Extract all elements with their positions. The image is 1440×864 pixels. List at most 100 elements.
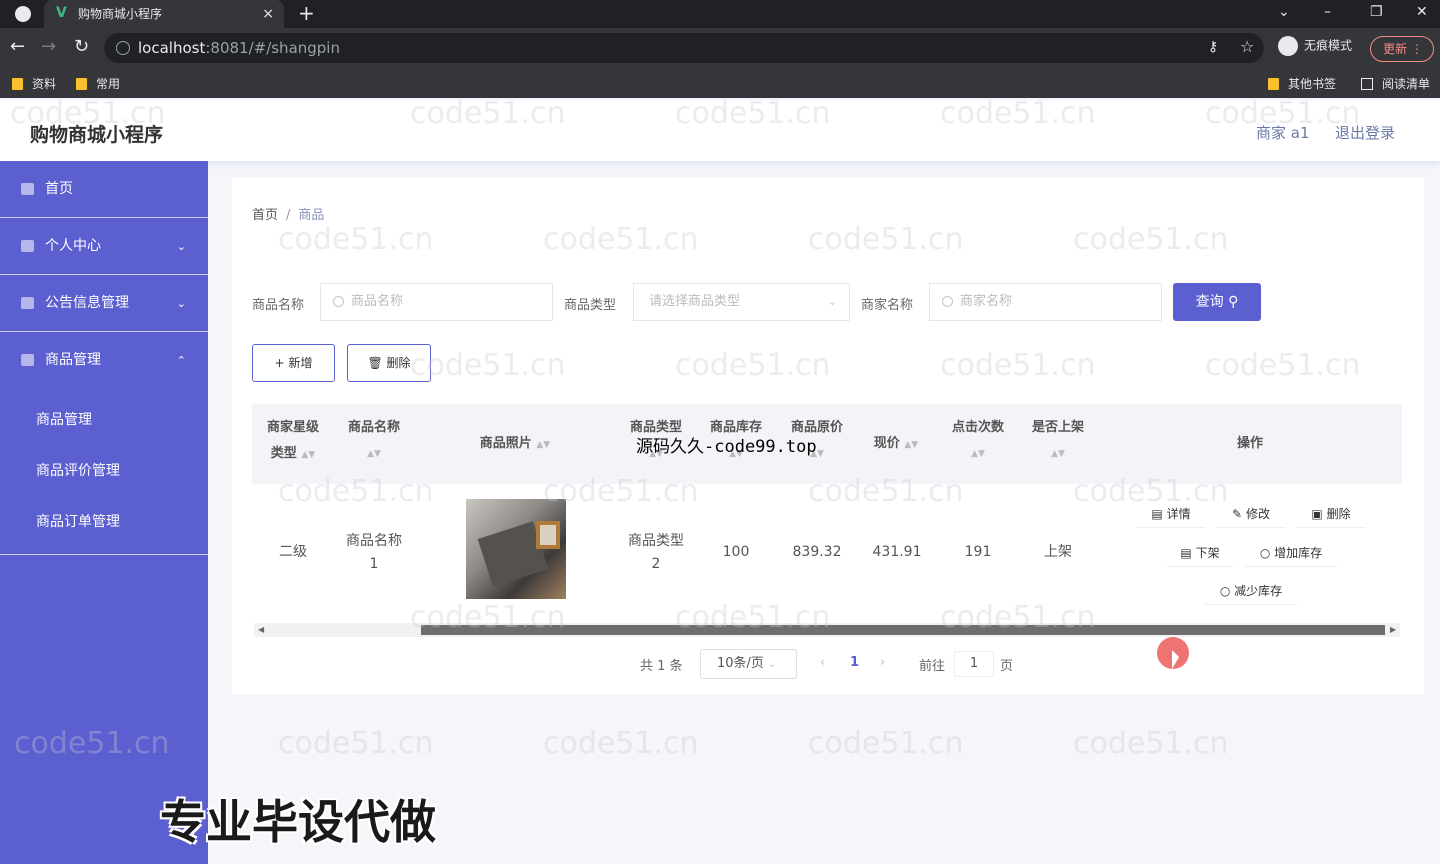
reading-list[interactable]: 阅读清单: [1361, 75, 1430, 92]
forward-icon[interactable]: →: [41, 36, 56, 58]
address-bar: ← → ↻ localhost:8081/#/shangpin ⚷ ☆: [0, 28, 1440, 68]
reduce-stock-label: 减少库存: [1234, 584, 1283, 598]
th-photo[interactable]: 商品照片 ▲▼: [470, 431, 560, 458]
page-size-select[interactable]: 10条/页 ⌄: [700, 649, 797, 679]
notice-icon: [21, 297, 34, 309]
reading-list-icon: [1361, 78, 1373, 90]
search-type-select[interactable]: 请选择商品类型 ⌄: [633, 283, 850, 321]
sidebar-item-home[interactable]: 首页: [0, 161, 208, 218]
cell-name-line1: 商品名称: [346, 533, 402, 549]
list-icon: [21, 354, 34, 366]
url-field[interactable]: localhost:8081/#/shangpin: [104, 33, 1264, 63]
reduce-stock-button[interactable]: ○ 减少库存: [1205, 577, 1297, 605]
watermark: code51.cn: [543, 726, 699, 761]
search-type-label: 商品类型: [564, 298, 617, 313]
sort-icon[interactable]: ▲▼: [948, 441, 1008, 467]
home-icon: [21, 183, 34, 195]
trash-icon: 🗑: [367, 356, 383, 370]
edit-button[interactable]: ✎ 修改: [1216, 500, 1286, 528]
scroll-right-icon[interactable]: ▶: [1390, 625, 1396, 634]
sidebar-sub-products[interactable]: 商品管理: [0, 395, 208, 446]
sort-icon[interactable]: ▲▼: [536, 440, 550, 450]
bookmark-label: 其他书签: [1288, 77, 1337, 91]
watermark: code51.cn: [1073, 726, 1229, 761]
add-stock-button[interactable]: ○ 增加库存: [1245, 539, 1337, 567]
sidebar-item-notices[interactable]: 公告信息管理 ⌄: [0, 275, 208, 332]
bookmarks-bar: 资料 常用 其他书签 阅读清单: [0, 68, 1440, 98]
plus-icon: +: [274, 356, 285, 370]
goto-page-input[interactable]: 1: [954, 651, 994, 677]
sidebar-sub-reviews[interactable]: 商品评价管理: [0, 446, 208, 497]
new-tab-icon[interactable]: +: [298, 0, 315, 26]
th-photo-text: 商品照片: [479, 436, 532, 451]
sidebar-item-label: 商品管理: [45, 352, 101, 368]
bookmark-folder-other[interactable]: 其他书签: [1268, 75, 1336, 92]
breadcrumb-home[interactable]: 首页: [252, 208, 278, 223]
star-icon[interactable]: ☆: [1240, 36, 1254, 58]
th-level-line1: 商家星级: [266, 420, 319, 435]
browser-tab[interactable]: V 购物商城小程序 ×: [44, 0, 284, 28]
delete-button[interactable]: 🗑 删除: [347, 344, 431, 382]
breadcrumb-current: 商品: [298, 208, 325, 223]
th-clicks-text: 点击次数: [951, 420, 1004, 435]
sort-icon[interactable]: ▲▼: [344, 441, 404, 467]
logout-link[interactable]: 退出登录: [1335, 122, 1395, 143]
watermark: code51.cn: [278, 726, 434, 761]
search-name-input[interactable]: 商品名称: [320, 283, 553, 321]
th-level-line2: 类型: [270, 446, 297, 461]
sidebar-submenu: 商品管理 商品评价管理 商品订单管理: [0, 389, 208, 555]
search-type-placeholder: 请选择商品类型: [649, 294, 741, 309]
reload-icon[interactable]: ↻: [74, 36, 89, 58]
user-icon: [21, 240, 34, 252]
sidebar-item-profile[interactable]: 个人中心 ⌄: [0, 218, 208, 275]
bookmark-label: 常用: [96, 77, 121, 91]
detail-label: 详情: [1166, 507, 1191, 521]
edit-icon: ✎: [1232, 507, 1243, 521]
next-page-icon[interactable]: ›: [880, 655, 885, 670]
edit-label: 修改: [1245, 507, 1270, 521]
unshelve-button[interactable]: ▤ 下架: [1166, 539, 1234, 567]
search-merchant-input[interactable]: 商家名称: [929, 283, 1162, 321]
query-button[interactable]: 查询 ⚲: [1173, 283, 1261, 321]
prev-page-icon[interactable]: ‹: [820, 655, 825, 670]
sort-icon[interactable]: ▲▼: [1028, 441, 1088, 467]
row-delete-button[interactable]: ▣ 删除: [1296, 500, 1366, 528]
incognito-badge[interactable]: 无痕模式: [1278, 36, 1352, 56]
back-icon[interactable]: ←: [10, 36, 25, 58]
th-name[interactable]: 商品名称 ▲▼: [344, 415, 404, 467]
th-price[interactable]: 现价 ▲▼: [866, 431, 926, 458]
photo-frame: [536, 521, 560, 549]
window-close-icon[interactable]: ✕: [1416, 0, 1428, 24]
key-icon[interactable]: ⚷: [1208, 36, 1218, 58]
detail-button[interactable]: ▤ 详情: [1137, 500, 1205, 528]
minimize-icon[interactable]: –: [1324, 0, 1331, 24]
th-clicks[interactable]: 点击次数 ▲▼: [948, 415, 1008, 467]
sidebar-item-products[interactable]: 商品管理 ⌃: [0, 332, 208, 389]
add-button[interactable]: + 新增: [252, 344, 335, 382]
bookmark-folder-changyong[interactable]: 常用: [76, 75, 120, 92]
folder-icon: [1268, 78, 1279, 90]
sort-icon[interactable]: ▲▼: [301, 450, 315, 460]
update-button[interactable]: 更新 ⋮: [1370, 36, 1434, 62]
url-path: :8081/#/shangpin: [205, 39, 340, 57]
cell-name-line2: 1: [369, 556, 379, 572]
product-photo[interactable]: [466, 499, 566, 599]
doc-icon: ▤: [1151, 507, 1163, 521]
promo-overlay-text: 专业毕设代做: [160, 795, 436, 849]
bookmark-folder-ziliao[interactable]: 资料: [12, 75, 56, 92]
table-scrollbar-thumb[interactable]: [421, 625, 1385, 635]
page-suffix: 页: [1000, 659, 1014, 674]
search-name-placeholder: 商品名称: [351, 294, 404, 309]
tab-search-icon[interactable]: ⌄: [1278, 0, 1290, 24]
add-button-label: 新增: [288, 356, 313, 370]
page-number[interactable]: 1: [850, 655, 859, 670]
th-on-shelf[interactable]: 是否上架 ▲▼: [1028, 415, 1088, 467]
incognito-label: 无痕模式: [1304, 38, 1353, 53]
sort-icon[interactable]: ▲▼: [904, 440, 918, 450]
sidebar-sub-orders[interactable]: 商品订单管理: [0, 497, 208, 548]
th-level[interactable]: 商家星级 类型 ▲▼: [262, 415, 324, 468]
site-info-icon[interactable]: [116, 41, 130, 55]
close-tab-icon[interactable]: ×: [262, 0, 274, 28]
restore-icon[interactable]: ❐: [1370, 0, 1383, 24]
scroll-left-icon[interactable]: ◀: [258, 625, 264, 634]
